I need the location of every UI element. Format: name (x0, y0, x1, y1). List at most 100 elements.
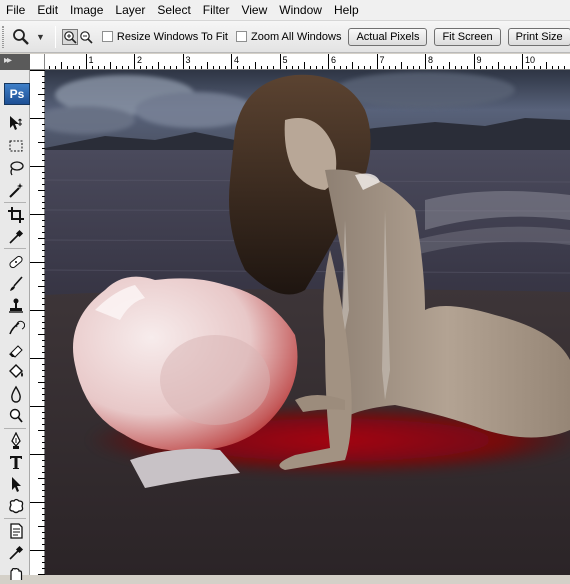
menu-edit[interactable]: Edit (31, 0, 64, 21)
notes-tool[interactable] (6, 521, 26, 541)
ruler-minor-tick (546, 62, 547, 69)
ruler-minor-tick (98, 66, 99, 69)
ruler-minor-tick (201, 66, 202, 69)
ruler-minor-tick (73, 66, 74, 69)
ruler-minor-tick (437, 66, 438, 69)
ruler-major-tick (86, 54, 87, 69)
history-brush-tool[interactable] (6, 318, 26, 338)
path-selection-tool-icon (7, 475, 25, 493)
healing-brush-tool[interactable] (6, 252, 26, 272)
ruler-minor-tick (237, 66, 238, 69)
ruler-minor-tick (219, 66, 220, 69)
chevron-down-icon: ▼ (36, 32, 45, 42)
ruler-origin[interactable] (30, 54, 45, 70)
ruler-minor-tick (292, 66, 293, 69)
ruler-minor-tick (61, 62, 62, 69)
crop-tool-icon (7, 206, 25, 224)
print-size-button[interactable]: Print Size (508, 28, 570, 46)
ruler-minor-tick (189, 66, 190, 69)
ruler-minor-tick (128, 66, 129, 69)
brush-tool[interactable] (6, 274, 26, 294)
path-selection-tool[interactable] (6, 474, 26, 494)
zoom-all-windows-checkbox[interactable] (236, 31, 247, 42)
vertical-ruler[interactable] (30, 70, 45, 575)
hand-tool[interactable] (6, 564, 26, 584)
zoom-out-button[interactable] (79, 29, 93, 45)
custom-shape-tool-icon (7, 497, 25, 515)
dodge-tool[interactable] (6, 406, 26, 426)
magic-wand-tool[interactable] (6, 180, 26, 200)
ruler-minor-tick (49, 66, 50, 69)
eyedropper-tool-2[interactable] (6, 543, 26, 563)
toolbox: Ps (0, 70, 30, 575)
actual-pixels-button[interactable]: Actual Pixels (348, 28, 427, 46)
ruler-minor-tick (225, 66, 226, 69)
options-bar-grip[interactable] (2, 26, 4, 48)
blur-tool[interactable] (6, 384, 26, 404)
ruler-minor-tick (298, 66, 299, 69)
ruler-number: 1 (89, 55, 94, 65)
ruler-number: 9 (477, 55, 482, 65)
fit-screen-button[interactable]: Fit Screen (434, 28, 500, 46)
expand-panel-icon[interactable]: ▸▸ (4, 54, 10, 68)
resize-windows-checkbox[interactable] (102, 31, 113, 42)
marquee-tool[interactable] (6, 136, 26, 156)
zoom-all-windows-label: Zoom All Windows (251, 31, 341, 43)
ps-logo[interactable]: Ps (4, 83, 30, 105)
pen-tool[interactable] (6, 431, 26, 451)
document-canvas[interactable] (45, 70, 570, 575)
menu-file[interactable]: File (0, 0, 31, 21)
type-tool-icon (7, 453, 25, 471)
ruler-minor-tick (92, 66, 93, 69)
menu-help[interactable]: Help (328, 0, 365, 21)
clone-stamp-tool[interactable] (6, 296, 26, 316)
ruler-minor-tick (486, 66, 487, 69)
ruler-minor-tick (364, 66, 365, 69)
type-tool[interactable] (6, 452, 26, 472)
blur-tool-icon (7, 385, 25, 403)
ruler-major-tick (183, 54, 184, 69)
resize-windows-option[interactable]: Resize Windows To Fit (102, 31, 228, 43)
custom-shape-tool[interactable] (6, 496, 26, 516)
ruler-number: 3 (186, 55, 191, 65)
marquee-tool-icon (7, 137, 25, 155)
eyedropper-tool[interactable] (6, 227, 26, 247)
ruler-minor-tick (467, 66, 468, 69)
ruler-major-tick (231, 54, 232, 69)
ruler-minor-tick (255, 62, 256, 69)
hand-tool-icon (7, 568, 25, 580)
eraser-tool[interactable] (6, 340, 26, 360)
ruler-minor-tick (122, 66, 123, 69)
ruler-minor-tick (510, 66, 511, 69)
ruler-major-tick (425, 54, 426, 69)
menu-filter[interactable]: Filter (197, 0, 236, 21)
ruler-minor-tick (164, 66, 165, 69)
paint-bucket-tool[interactable] (6, 362, 26, 382)
ruler-minor-tick (552, 66, 553, 69)
menu-layer[interactable]: Layer (109, 0, 151, 21)
crop-tool[interactable] (6, 205, 26, 225)
menu-window[interactable]: Window (273, 0, 328, 21)
menu-image[interactable]: Image (64, 0, 109, 21)
horizontal-ruler[interactable]: 01234567891011 (45, 54, 570, 70)
move-tool[interactable] (6, 113, 26, 133)
ruler-major-tick (134, 54, 135, 69)
ruler-minor-tick (310, 66, 311, 69)
ruler-minor-tick (170, 66, 171, 69)
divider (4, 428, 26, 429)
menu-view[interactable]: View (235, 0, 273, 21)
tool-preset-picker[interactable]: ▼ (12, 28, 45, 46)
eraser-tool-icon (7, 341, 25, 359)
ruler-minor-tick (492, 66, 493, 69)
ruler-number: 5 (283, 55, 288, 65)
healing-brush-tool-icon (7, 253, 25, 271)
ruler-minor-tick (370, 66, 371, 69)
menu-select[interactable]: Select (151, 0, 196, 21)
ruler-minor-tick (322, 66, 323, 69)
ruler-number: 7 (380, 55, 385, 65)
ruler-minor-tick (431, 66, 432, 69)
zoom-in-button[interactable] (62, 29, 78, 45)
lasso-tool[interactable] (6, 158, 26, 178)
brush-tool-icon (7, 275, 25, 293)
zoom-all-windows-option[interactable]: Zoom All Windows (236, 31, 341, 43)
